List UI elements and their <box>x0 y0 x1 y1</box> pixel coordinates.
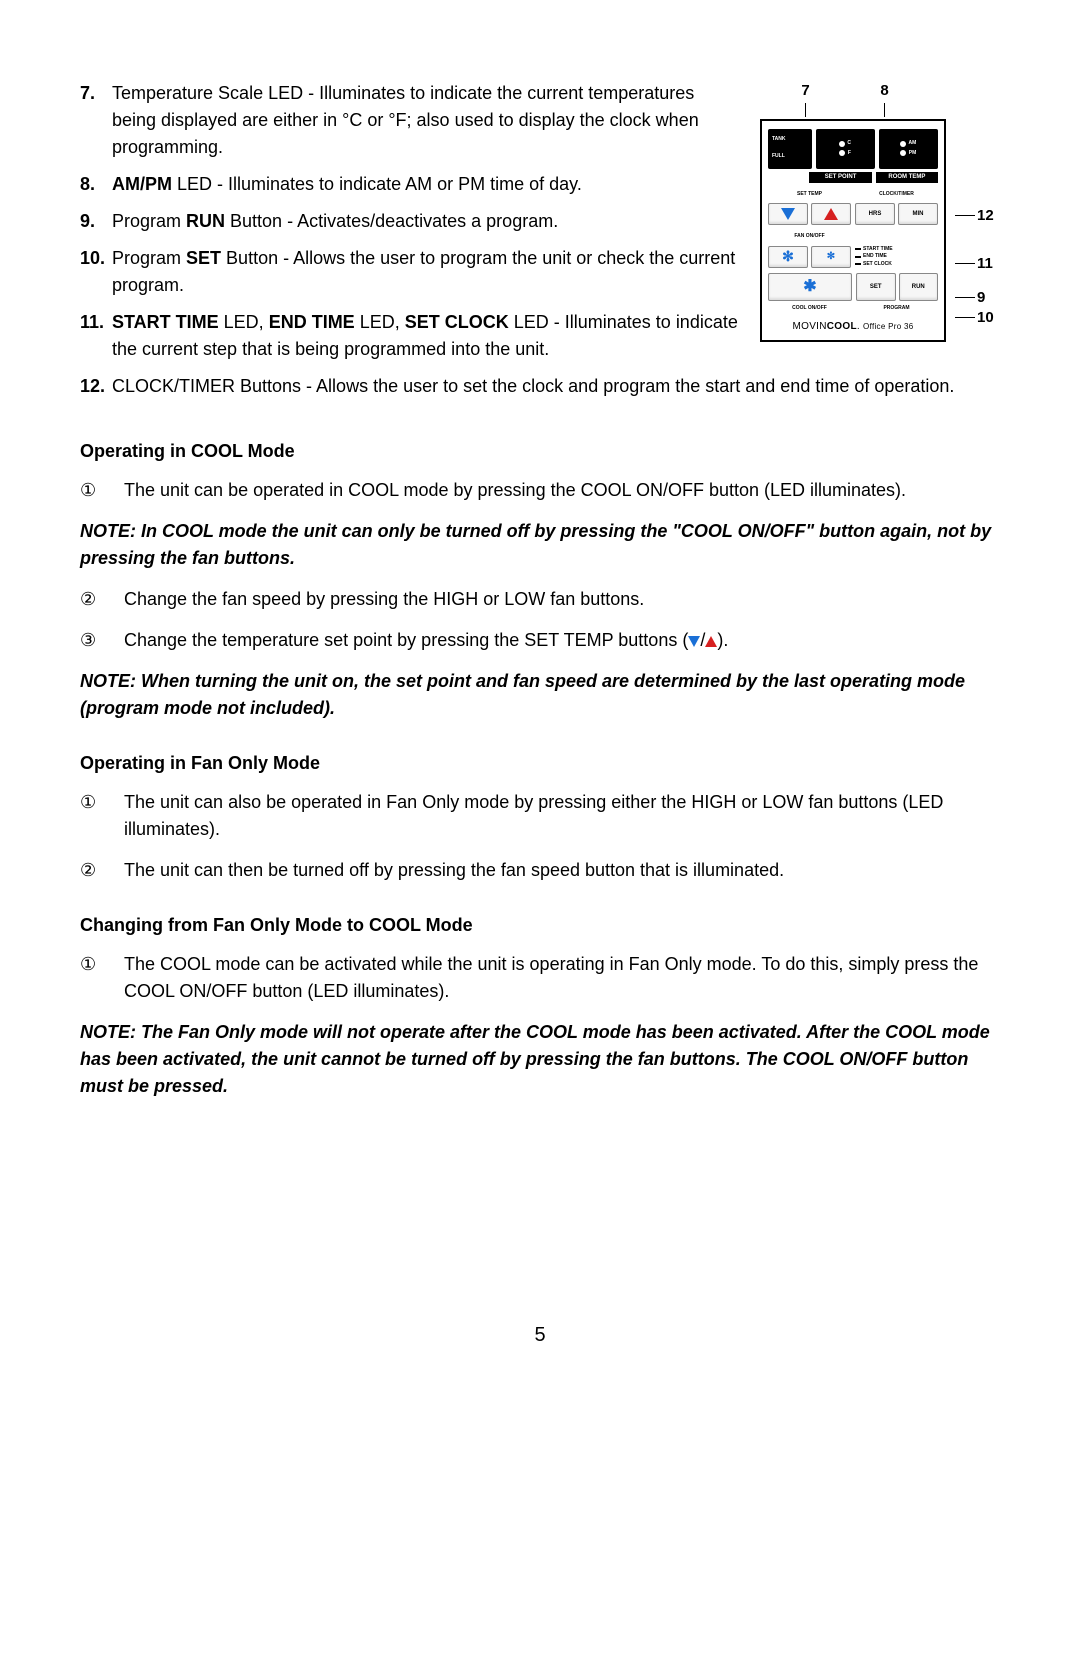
note: NOTE: When turning the unit on, the set … <box>80 668 1000 722</box>
list-item: 10.Program SET Button - Allows the user … <box>112 245 1000 299</box>
list-item: ②Change the fan speed by pressing the HI… <box>124 586 1000 613</box>
steps-fan: ①The unit can also be operated in Fan On… <box>80 789 1000 884</box>
list-item: ①The unit can be operated in COOL mode b… <box>124 477 1000 504</box>
note: NOTE: In COOL mode the unit can only be … <box>80 518 1000 572</box>
steps-cool-cont: ②Change the fan speed by pressing the HI… <box>80 586 1000 654</box>
list-item: 8.AM/PM LED - Illuminates to indicate AM… <box>112 171 1000 198</box>
section-heading: Changing from Fan Only Mode to COOL Mode <box>80 912 1000 939</box>
list-item: 7.Temperature Scale LED - Illuminates to… <box>112 80 1000 161</box>
list-item: ③Change the temperature set point by pre… <box>124 627 1000 654</box>
list-item: ②The unit can then be turned off by pres… <box>124 857 1000 884</box>
content-wrap: 7 8 TANK FULL CF AMPM <box>80 80 1000 410</box>
section-heading: Operating in COOL Mode <box>80 438 1000 465</box>
list-item: 11.START TIME LED, END TIME LED, SET CLO… <box>112 309 1000 363</box>
page-number: 5 <box>80 1320 1000 1350</box>
triangle-down-icon <box>688 636 700 647</box>
list-item: ①The COOL mode can be activated while th… <box>124 951 1000 1005</box>
list-item: 12.CLOCK/TIMER Buttons - Allows the user… <box>112 373 1000 400</box>
steps-change: ①The COOL mode can be activated while th… <box>80 951 1000 1005</box>
triangle-up-icon <box>705 636 717 647</box>
steps-cool: ①The unit can be operated in COOL mode b… <box>80 477 1000 504</box>
list-item: ①The unit can also be operated in Fan On… <box>124 789 1000 843</box>
note: NOTE: The Fan Only mode will not operate… <box>80 1019 1000 1100</box>
section-heading: Operating in Fan Only Mode <box>80 750 1000 777</box>
list-item: 9.Program RUN Button - Activates/deactiv… <box>112 208 1000 235</box>
